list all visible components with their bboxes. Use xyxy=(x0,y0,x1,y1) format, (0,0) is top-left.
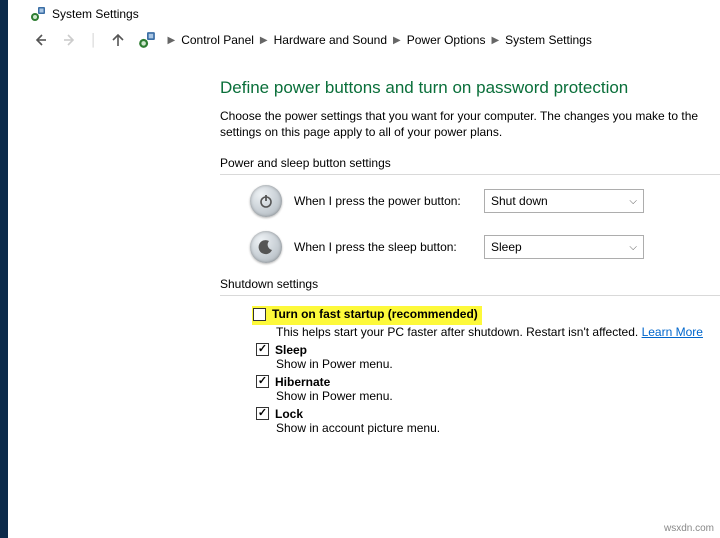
crumb-hardware-sound[interactable]: Hardware and Sound xyxy=(274,33,387,47)
hibernate-checkbox[interactable] xyxy=(256,375,269,388)
chevron-right-icon[interactable]: ▶ xyxy=(166,35,178,46)
power-sleep-section-label: Power and sleep button settings xyxy=(220,156,720,170)
lock-option-row: Lock xyxy=(256,407,720,421)
chevron-right-icon[interactable]: ▶ xyxy=(489,35,501,46)
shutdown-section-label: Shutdown settings xyxy=(220,277,720,291)
title-bar: System Settings xyxy=(0,0,720,26)
breadcrumb: ▶ Control Panel ▶ Hardware and Sound ▶ P… xyxy=(166,33,592,47)
power-button-row: When I press the power button: Shut down… xyxy=(250,185,720,217)
power-icon xyxy=(250,185,282,217)
sleep-checkbox[interactable] xyxy=(256,343,269,356)
content-area: Define power buttons and turn on passwor… xyxy=(0,60,720,435)
window-left-border xyxy=(0,0,8,538)
sleep-button-label: When I press the sleep button: xyxy=(294,240,472,254)
power-dropdown-value: Shut down xyxy=(491,194,548,208)
sleep-option-row: Sleep xyxy=(256,343,720,357)
chevron-right-icon[interactable]: ▶ xyxy=(258,35,270,46)
power-button-label: When I press the power button: xyxy=(294,194,472,208)
back-button[interactable] xyxy=(30,30,50,50)
power-button-dropdown[interactable]: Shut down ⌵ xyxy=(484,189,644,213)
fast-startup-desc: This helps start your PC faster after sh… xyxy=(276,325,720,339)
watermark: wsxdn.com xyxy=(664,523,714,534)
sleep-option-desc: Show in Power menu. xyxy=(276,357,720,371)
lock-checkbox[interactable] xyxy=(256,407,269,420)
window-title-text: System Settings xyxy=(52,7,139,21)
sleep-icon xyxy=(250,231,282,263)
hibernate-option-label: Hibernate xyxy=(275,375,330,389)
section-divider xyxy=(220,174,720,175)
forward-button[interactable] xyxy=(60,30,80,50)
fast-startup-label: Turn on fast startup (recommended) xyxy=(272,307,478,321)
chevron-down-icon: ⌵ xyxy=(629,242,637,253)
lock-option-desc: Show in account picture menu. xyxy=(276,421,720,435)
chevron-down-icon: ⌵ xyxy=(629,196,637,207)
learn-more-link[interactable]: Learn More xyxy=(642,325,703,339)
sleep-button-row: When I press the sleep button: Sleep ⌵ xyxy=(250,231,720,263)
sleep-dropdown-value: Sleep xyxy=(491,240,522,254)
crumb-system-settings[interactable]: System Settings xyxy=(505,33,592,47)
nav-bar: │ ▶ Control Panel ▶ Hardware and Sound ▶… xyxy=(0,26,720,60)
sleep-option-label: Sleep xyxy=(275,343,307,357)
intro-text: Choose the power settings that you want … xyxy=(220,108,720,140)
lock-option-label: Lock xyxy=(275,407,303,421)
power-options-icon xyxy=(30,6,46,22)
hibernate-option-desc: Show in Power menu. xyxy=(276,389,720,403)
crumb-control-panel[interactable]: Control Panel xyxy=(181,33,254,47)
power-options-icon xyxy=(138,31,156,49)
fast-startup-checkbox[interactable] xyxy=(253,308,266,321)
chevron-right-icon[interactable]: ▶ xyxy=(391,35,403,46)
section-divider xyxy=(220,295,720,296)
crumb-power-options[interactable]: Power Options xyxy=(407,33,486,47)
nav-separator: │ xyxy=(90,33,98,47)
hibernate-option-row: Hibernate xyxy=(256,375,720,389)
page-title: Define power buttons and turn on passwor… xyxy=(220,78,720,98)
up-button[interactable] xyxy=(108,30,128,50)
sleep-button-dropdown[interactable]: Sleep ⌵ xyxy=(484,235,644,259)
fast-startup-highlight: Turn on fast startup (recommended) xyxy=(252,306,482,325)
